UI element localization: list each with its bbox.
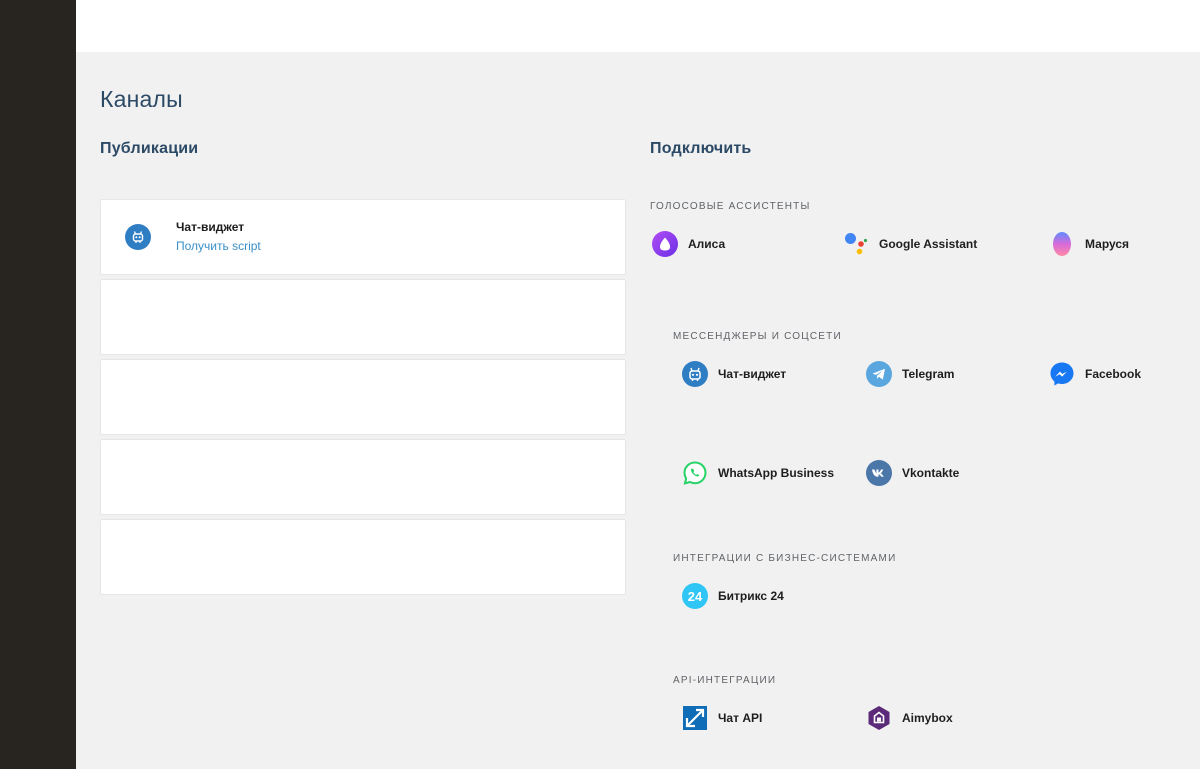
top-bar: [76, 0, 1200, 52]
alice-icon: [652, 231, 678, 257]
category-api-integrations: API-интеграции: [673, 675, 777, 686]
vk-icon: [866, 460, 892, 486]
bitrix24-icon: 24: [682, 583, 708, 609]
get-script-link[interactable]: Получить script: [176, 239, 261, 253]
category-business-integrations: Интеграции с бизнес-системами: [673, 553, 897, 564]
publication-card-chat-widget[interactable]: Чат-виджет Получить script: [100, 199, 626, 275]
sidebar: [0, 0, 76, 769]
connect-facebook[interactable]: Facebook: [1049, 360, 1141, 388]
publication-card-empty: [100, 439, 626, 515]
publications-title: Публикации: [100, 140, 199, 157]
connect-chat-api[interactable]: Чат API: [682, 704, 762, 732]
connect-telegram[interactable]: Telegram: [866, 360, 954, 388]
connect-label: Маруся: [1085, 237, 1130, 251]
chat-api-icon: [682, 705, 708, 731]
page-title: Каналы: [100, 86, 183, 112]
publication-name: Чат-виджет: [176, 220, 245, 234]
connect-label: Aimybox: [902, 711, 953, 725]
connect-label: Алиса: [688, 237, 726, 251]
robot-icon: [125, 224, 151, 250]
category-messengers: Мессенджеры и соцсети: [673, 331, 842, 342]
connect-label: WhatsApp Business: [718, 466, 835, 480]
connect-label: Google Assistant: [879, 237, 978, 251]
google-assistant-icon: [843, 231, 869, 257]
connect-title: Подключить: [650, 140, 752, 157]
connect-label: Facebook: [1085, 367, 1142, 381]
connect-bitrix24[interactable]: 24 Битрикс 24: [682, 582, 784, 610]
connect-label: Telegram: [902, 367, 955, 381]
whatsapp-icon: [682, 460, 708, 486]
publication-card-empty: [100, 519, 626, 595]
connect-label: Чат API: [718, 711, 763, 725]
connect-aimybox[interactable]: Aimybox: [866, 704, 953, 732]
connect-vkontakte[interactable]: Vkontakte: [866, 459, 959, 487]
connect-alice[interactable]: Алиса: [652, 230, 725, 258]
connect-chat-widget[interactable]: Чат-виджет: [682, 360, 786, 388]
marusya-icon: [1049, 231, 1075, 257]
telegram-icon: [866, 361, 892, 387]
connect-google-assistant[interactable]: Google Assistant: [843, 230, 977, 258]
connect-label: Битрикс 24: [718, 589, 784, 603]
connect-whatsapp-business[interactable]: WhatsApp Business: [682, 459, 834, 487]
publication-card-empty: [100, 359, 626, 435]
connect-marusya[interactable]: Маруся: [1049, 230, 1129, 258]
connect-label: Чат-виджет: [718, 367, 787, 381]
aimybox-icon: [866, 705, 892, 731]
category-voice-assistants: Голосовые ассистенты: [650, 201, 811, 212]
bitrix24-icon-text: 24: [687, 588, 703, 604]
messenger-icon: [1049, 361, 1075, 387]
robot-icon: [682, 361, 708, 387]
connect-label: Vkontakte: [902, 466, 960, 480]
publication-card-empty: [100, 279, 626, 355]
